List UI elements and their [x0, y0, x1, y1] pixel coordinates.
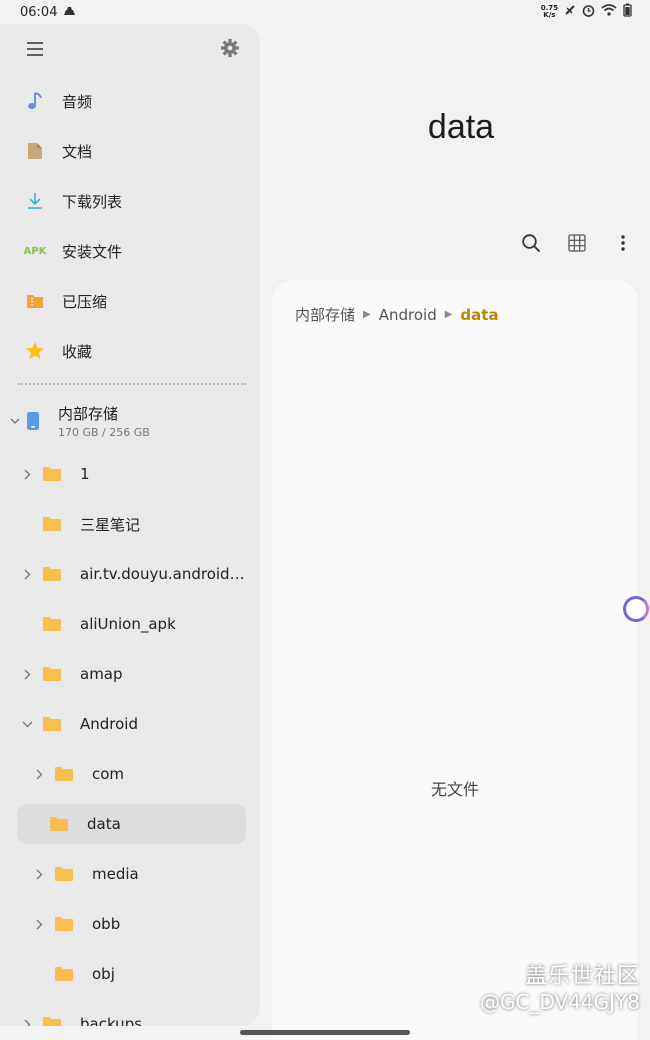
folder-icon [54, 866, 74, 882]
net-speed: 0.75 K/s [540, 4, 558, 19]
chevron-down-icon[interactable] [20, 717, 34, 731]
folder-icon [42, 1016, 62, 1026]
tree-item-samsung-notes[interactable]: 三星笔记 [0, 499, 260, 549]
download-icon [24, 190, 46, 212]
tree-item-label: amap [80, 665, 123, 683]
tree-item-label: com [92, 765, 125, 783]
chevron-right-icon[interactable] [20, 567, 34, 581]
internal-storage[interactable]: 内部存储 170 GB / 256 GB [0, 393, 260, 449]
sidebar: 音频 文档 下载列表 APK 安装文件 已压缩 收藏 内部存储 170 GB /… [0, 24, 260, 1026]
category-label: 文档 [62, 142, 93, 161]
watermark-line1: 盖乐世社区 [524, 964, 640, 989]
menu-icon[interactable] [26, 41, 44, 60]
breadcrumb-arrow-icon: ▶ [363, 309, 371, 320]
notification-icon [63, 5, 76, 20]
breadcrumb-current[interactable]: data [460, 306, 498, 324]
category-compressed[interactable]: 已压缩 [0, 276, 260, 326]
status-time: 06:04 [20, 4, 58, 20]
folder-icon [42, 716, 62, 732]
grid-view-icon[interactable] [566, 232, 588, 254]
apk-icon: APK [23, 245, 47, 257]
tree-item-backups[interactable]: backups [0, 999, 260, 1026]
watermark-line2: @GC_DV44GJY8 [480, 990, 640, 1014]
floating-assistant-button[interactable] [623, 596, 649, 622]
chevron-right-icon[interactable] [32, 867, 46, 881]
tree-item-label: 三星笔记 [80, 515, 141, 534]
tree-item-label: data [87, 815, 121, 833]
search-icon[interactable] [520, 232, 542, 254]
tree-item-label: obj [92, 965, 115, 983]
breadcrumb-arrow-icon: ▶ [444, 309, 453, 320]
more-options-icon[interactable] [612, 232, 634, 254]
file-panel: 内部存储 ▶ Android ▶ data 无文件 [272, 280, 638, 1040]
chevron-right-icon[interactable] [20, 1017, 34, 1026]
battery-icon [623, 3, 632, 21]
mute-icon [564, 4, 576, 20]
category-label: 安装文件 [62, 242, 123, 261]
chevron-down-icon[interactable] [8, 418, 22, 425]
tree-item-douyu[interactable]: air.tv.douyu.android_Kc... [0, 549, 260, 599]
chevron-right-icon[interactable] [32, 917, 46, 931]
category-downloads[interactable]: 下载列表 [0, 176, 260, 226]
music-note-icon [24, 90, 46, 112]
category-label: 收藏 [62, 342, 93, 361]
star-icon [24, 340, 46, 362]
tree-item-label: media [92, 865, 139, 883]
chevron-right-icon[interactable] [20, 667, 34, 681]
breadcrumb-item[interactable]: Android [379, 306, 437, 324]
chevron-right-icon[interactable] [32, 767, 46, 781]
tree-item-aliunion[interactable]: aliUnion_apk [0, 599, 260, 649]
toolbar [520, 232, 634, 254]
document-icon [24, 140, 46, 162]
tree-item-obb[interactable]: obb [0, 899, 260, 949]
folder-icon [42, 516, 62, 532]
watermark: 盖乐世社区 @GC_DV44GJY8 [480, 958, 640, 1014]
folder-icon [42, 666, 62, 682]
tree-item-label: 1 [80, 465, 90, 483]
tree-item-data[interactable]: data [17, 804, 246, 844]
category-apk[interactable]: APK 安装文件 [0, 226, 260, 276]
home-indicator[interactable] [240, 1030, 410, 1035]
tree-item-1[interactable]: 1 [0, 449, 260, 499]
tree-item-label: aliUnion_apk [80, 615, 176, 633]
folder-icon [49, 816, 69, 832]
zip-icon [24, 290, 46, 312]
tree-item-android[interactable]: Android [0, 699, 260, 749]
category-audio[interactable]: 音频 [0, 76, 260, 126]
folder-icon [42, 466, 62, 482]
tree-item-label: air.tv.douyu.android_Kc... [80, 565, 250, 583]
settings-gear-icon[interactable] [220, 38, 240, 62]
category-label: 下载列表 [62, 192, 123, 211]
category-documents[interactable]: 文档 [0, 126, 260, 176]
storage-name: 内部存储 [58, 405, 119, 423]
page-title: data [427, 108, 495, 146]
category-favorites[interactable]: 收藏 [0, 326, 260, 376]
category-label: 已压缩 [62, 292, 108, 311]
tree-item-label: obb [92, 915, 121, 933]
phone-storage-icon [26, 411, 40, 431]
tree-item-label: Android [80, 715, 138, 733]
breadcrumb: 内部存储 ▶ Android ▶ data [272, 280, 638, 325]
storage-usage: 170 GB / 256 GB [58, 426, 150, 439]
tree-item-label: backups [80, 1015, 143, 1026]
tree-item-amap[interactable]: amap [0, 649, 260, 699]
chevron-right-icon[interactable] [20, 467, 34, 481]
folder-icon [54, 916, 74, 932]
sidebar-divider [18, 383, 246, 385]
empty-message: 无文件 [430, 780, 479, 799]
tree-item-media[interactable]: media [0, 849, 260, 899]
folder-icon [54, 966, 74, 982]
folder-icon [42, 566, 62, 582]
tree-item-com[interactable]: com [0, 749, 260, 799]
category-label: 音频 [62, 92, 93, 111]
status-bar: 06:04 0.75 K/s [0, 0, 650, 24]
folder-icon [42, 616, 62, 632]
folder-icon [54, 766, 74, 782]
tree-item-obj[interactable]: obj [0, 949, 260, 999]
breadcrumb-item[interactable]: 内部存储 [295, 304, 355, 325]
alarm-icon [582, 4, 595, 21]
sidebar-header [0, 24, 260, 76]
wifi-icon [601, 4, 617, 20]
